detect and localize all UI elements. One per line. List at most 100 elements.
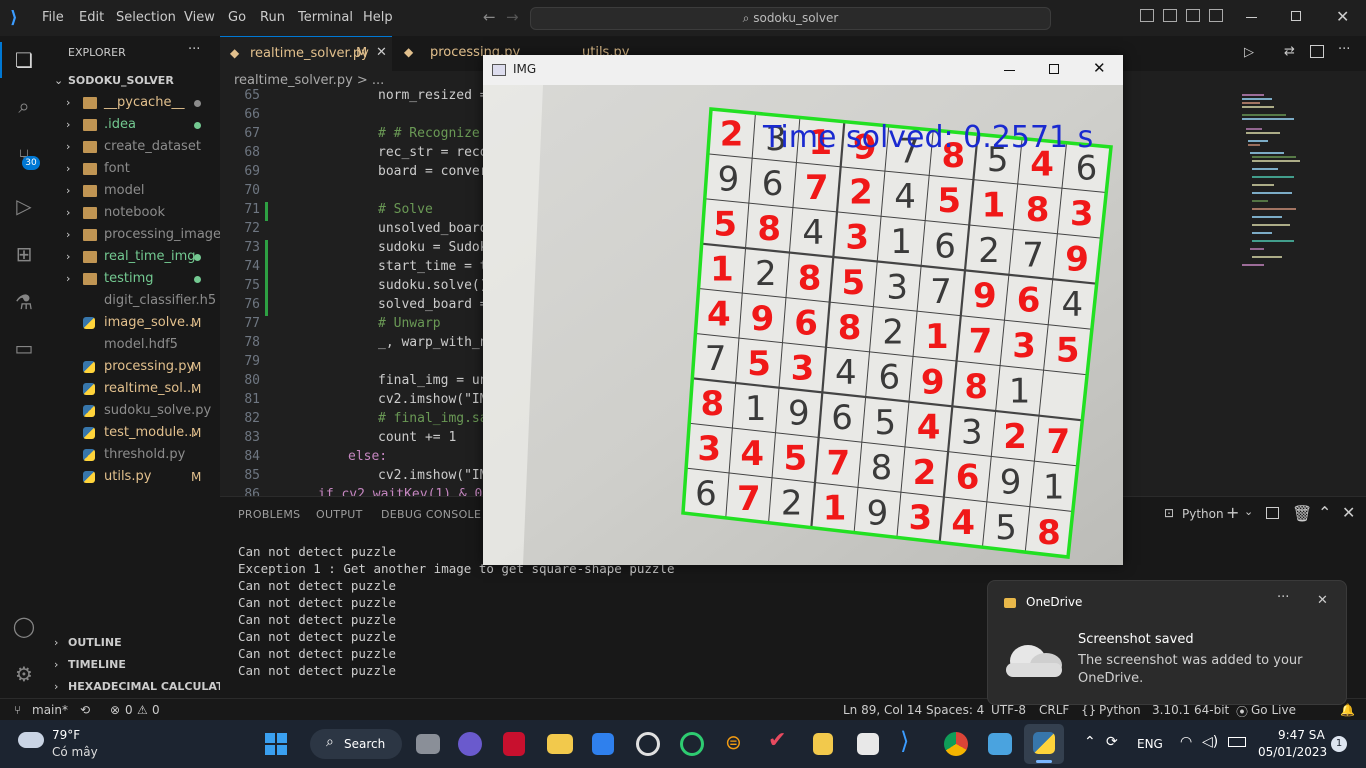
folder-item[interactable]: › .idea (48, 114, 220, 136)
trash-icon[interactable]: 🗑 (1292, 504, 1312, 523)
onedrive-sync-icon[interactable]: ⟳ (1106, 734, 1118, 750)
customize-layout-icon[interactable] (1209, 9, 1223, 22)
language-indicator[interactable]: ENG (1137, 737, 1163, 751)
interpreter-version[interactable]: 3.10.1 64-bit (1152, 703, 1229, 717)
file-item[interactable]: test_module... M (48, 422, 220, 444)
snipping-tool-icon[interactable] (857, 733, 879, 755)
file-item[interactable]: sudoku_solve.py (48, 400, 220, 422)
file-item[interactable]: image_solve... M (48, 312, 220, 334)
breadcrumb[interactable]: realtime_solver.py > ... (234, 73, 384, 88)
menu-terminal[interactable]: Terminal (298, 10, 353, 25)
split-terminal-icon[interactable] (1266, 507, 1279, 519)
sync-icon[interactable]: ⟲ (80, 703, 90, 717)
toggle-secondary-sidebar-icon[interactable] (1186, 9, 1200, 22)
app-icon-5[interactable] (813, 733, 833, 755)
menu-selection[interactable]: Selection (116, 10, 176, 25)
accounts-icon[interactable]: ◯ (10, 612, 38, 640)
testing-icon[interactable]: ⚗ (10, 288, 38, 316)
maximize-panel-icon[interactable]: ⌃ (1318, 503, 1331, 522)
extensions-icon[interactable]: ⊞ (10, 240, 38, 268)
file-explorer-icon[interactable] (547, 734, 573, 754)
python-taskbar-active[interactable] (1024, 724, 1064, 764)
branch-name[interactable]: main* (32, 703, 68, 717)
notifications-icon[interactable]: 🔔 (1340, 703, 1355, 717)
mcafee-icon[interactable] (503, 732, 525, 756)
section-outline[interactable]: › OUTLINE (48, 632, 220, 654)
section-hex-calculator[interactable]: › HEXADECIMAL CALCULATOR (48, 676, 241, 698)
clock-time[interactable]: 9:47 SA (1278, 728, 1325, 742)
app-icon-3[interactable]: ⊜ (725, 730, 753, 758)
file-item[interactable]: digit_classifier.h5 (48, 290, 220, 312)
chrome-icon[interactable] (944, 732, 968, 756)
nav-back-icon[interactable]: ← (483, 8, 496, 26)
close-window-icon[interactable]: ✕ (1336, 7, 1349, 26)
run-file-icon[interactable]: ▷ (1244, 45, 1254, 60)
section-timeline[interactable]: › TIMELINE (48, 654, 220, 676)
taskbar-search[interactable]: ⌕ Search (310, 729, 402, 759)
weather-temp[interactable]: 79°F (52, 728, 80, 742)
start-button[interactable] (265, 733, 287, 755)
remote-explorer-icon[interactable]: ▭ (10, 334, 38, 362)
tab-problems[interactable]: PROBLEMS (238, 508, 300, 521)
close-tab-icon[interactable]: ✕ (376, 45, 387, 60)
menu-go[interactable]: Go (228, 10, 246, 25)
error-count[interactable]: 0 (125, 703, 133, 717)
explorer-icon[interactable]: ❏ (10, 46, 38, 74)
menu-run[interactable]: Run (260, 10, 285, 25)
task-view-icon[interactable] (416, 734, 440, 754)
app-icon-2[interactable] (680, 732, 704, 756)
file-item[interactable]: realtime_sol... M (48, 378, 220, 400)
folder-item[interactable]: › notebook (48, 202, 220, 224)
chevron-down-icon[interactable]: ⌄ (1244, 505, 1253, 518)
store-icon[interactable] (592, 733, 614, 755)
tab-realtime-solver[interactable]: ◆ realtime_solver.py M ✕ (220, 36, 392, 71)
menu-file[interactable]: File (42, 10, 64, 25)
file-item[interactable]: utils.py M (48, 466, 220, 488)
folder-item[interactable]: › testimg (48, 268, 220, 290)
encoding[interactable]: UTF-8 (991, 703, 1026, 717)
vscode-icon[interactable]: ⟩ (900, 727, 928, 755)
folder-item[interactable]: › __pycache__ (48, 92, 220, 114)
minimize-icon[interactable] (1004, 70, 1015, 71)
go-live-button[interactable]: Go Live (1251, 703, 1296, 717)
more-actions-icon[interactable]: ··· (1338, 42, 1350, 57)
notification-badge[interactable]: 1 (1331, 736, 1347, 752)
toggle-sidebar-icon[interactable] (1140, 9, 1154, 22)
folder-item[interactable]: › font (48, 158, 220, 180)
terminal-label[interactable]: Python (1182, 507, 1224, 521)
explorer-root[interactable]: ⌄ SODOKU_SOLVER (48, 70, 220, 92)
command-center[interactable]: ⌕ sodoku_solver (530, 7, 1051, 30)
run-debug-icon[interactable]: ▷ (10, 192, 38, 220)
file-item[interactable]: model.hdf5 (48, 334, 220, 356)
line-ending[interactable]: CRLF (1039, 703, 1069, 717)
compare-changes-icon[interactable]: ⇄ (1284, 44, 1295, 59)
teams-icon[interactable] (458, 732, 482, 756)
maximize-icon[interactable] (1049, 64, 1059, 74)
volume-icon[interactable]: ◁) (1202, 734, 1218, 750)
explorer-more-icon[interactable]: ··· (188, 42, 200, 57)
minimize-window-icon[interactable] (1246, 17, 1257, 18)
tab-output[interactable]: OUTPUT (316, 508, 363, 521)
new-terminal-icon[interactable]: + (1226, 503, 1239, 522)
warning-count[interactable]: 0 (152, 703, 160, 717)
folder-item[interactable]: › model (48, 180, 220, 202)
split-editor-icon[interactable] (1310, 45, 1324, 58)
nav-forward-icon[interactable]: → (506, 8, 519, 26)
close-icon[interactable]: ✕ (1093, 59, 1106, 77)
folder-item[interactable]: › create_dataset (48, 136, 220, 158)
weather-desc[interactable]: Có mây (52, 745, 98, 759)
menu-edit[interactable]: Edit (79, 10, 104, 25)
settings-gear-icon[interactable]: ⚙ (10, 660, 38, 688)
toast-more-icon[interactable]: ··· (1277, 590, 1289, 605)
search-icon[interactable]: ⌕ (10, 92, 38, 120)
indentation[interactable]: Spaces: 4 (926, 703, 984, 717)
photos-icon[interactable] (988, 733, 1012, 755)
file-item[interactable]: processing.py M (48, 356, 220, 378)
img-window[interactable]: IMG ✕ 2319785469672451835843162791285379… (483, 55, 1123, 565)
onedrive-toast[interactable]: OneDrive ··· ✕ Screenshot saved The scre… (987, 580, 1347, 705)
folder-item[interactable]: › real_time_img (48, 246, 220, 268)
minimap[interactable] (1234, 91, 1304, 271)
tab-debug-console[interactable]: DEBUG CONSOLE (381, 508, 481, 521)
close-panel-icon[interactable]: ✕ (1342, 503, 1355, 522)
restore-window-icon[interactable] (1291, 11, 1301, 21)
